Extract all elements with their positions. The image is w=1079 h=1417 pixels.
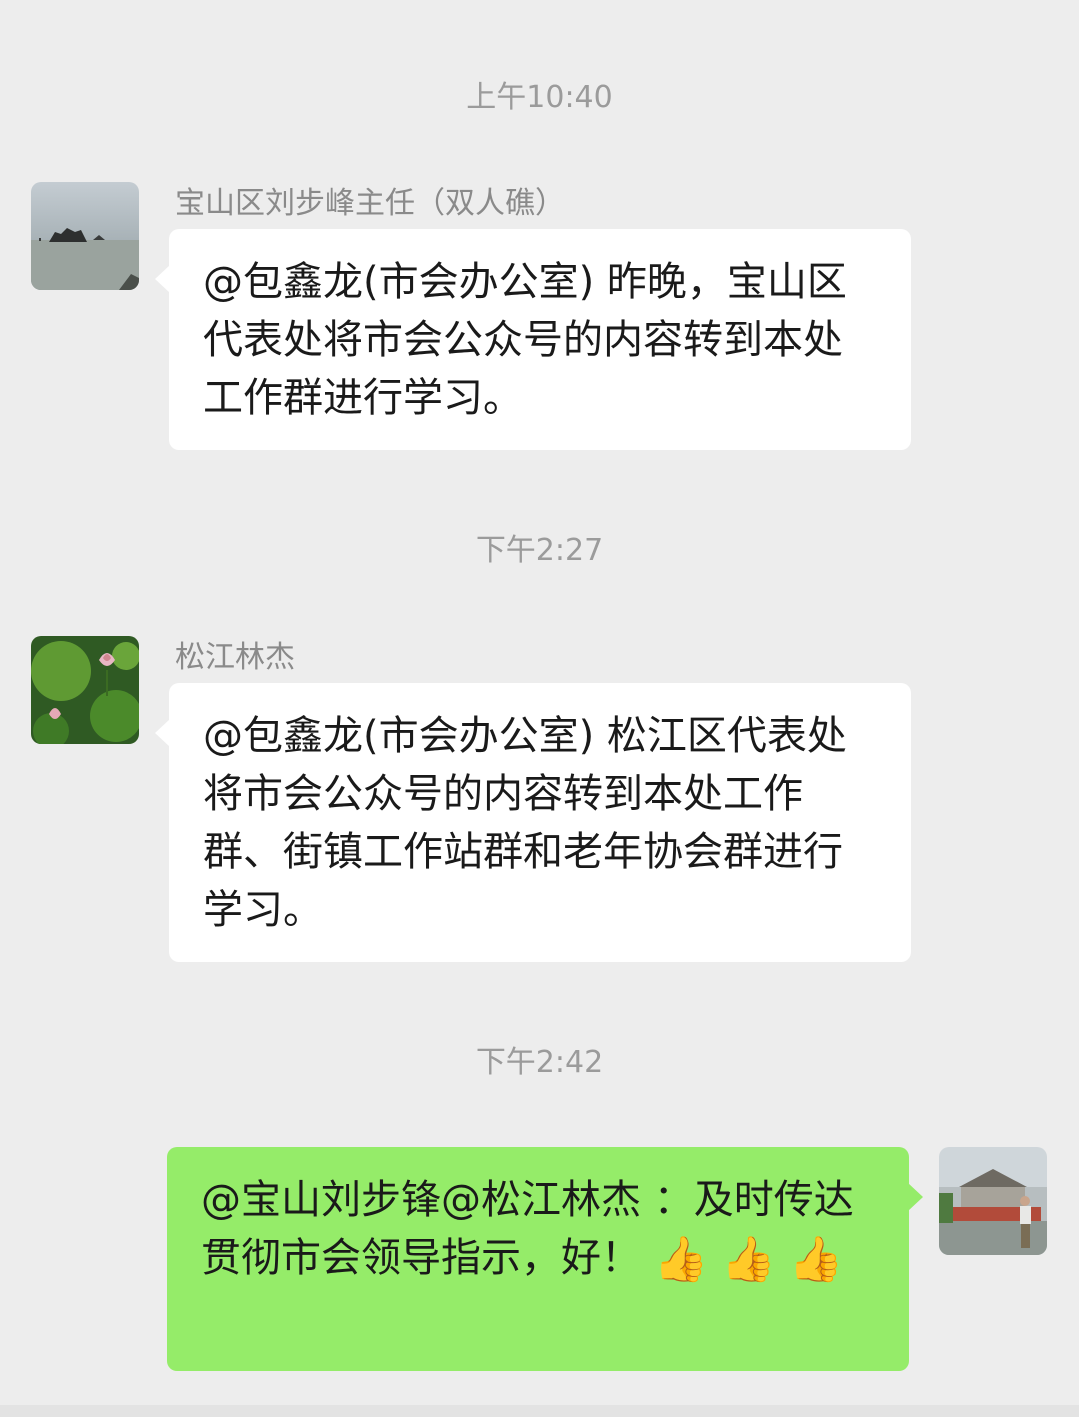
sender-name: 松江林杰 bbox=[175, 640, 295, 675]
sea-rocks-avatar-icon[interactable] bbox=[31, 182, 139, 290]
thumbs-up-icon: 👍 bbox=[653, 1234, 709, 1285]
message-text: @包鑫龙(市会办公室) 松江区代表处将市会公众号的内容转到本处工作群、街镇工作站… bbox=[203, 713, 847, 933]
bottom-edge bbox=[0, 1405, 1079, 1417]
message-text: @包鑫龙(市会办公室) 昨晚，宝山区代表处将市会公众号的内容转到本处工作群进行学… bbox=[203, 259, 847, 421]
thumbs-up-icon: 👍 bbox=[788, 1234, 844, 1285]
message-bubble[interactable]: @包鑫龙(市会办公室) 昨晚，宝山区代表处将市会公众号的内容转到本处工作群进行学… bbox=[155, 229, 911, 450]
message-bubble[interactable]: @包鑫龙(市会办公室) 松江区代表处将市会公众号的内容转到本处工作群、街镇工作站… bbox=[155, 683, 911, 962]
lotus-avatar-icon[interactable] bbox=[31, 636, 139, 744]
timestamp: 下午2:42 bbox=[475, 1045, 604, 1080]
timestamp: 上午10:40 bbox=[466, 80, 613, 115]
message-bubble[interactable]: @宝山刘步锋@松江林杰 ：及时传达贯彻市会领导指示，好！ 👍 👍 👍 bbox=[167, 1147, 923, 1371]
sender-name: 宝山区刘步峰主任（双人礁） bbox=[175, 186, 565, 221]
timestamp: 下午2:27 bbox=[475, 533, 604, 568]
building-avatar-icon[interactable] bbox=[939, 1147, 1047, 1255]
thumbs-up-icon: 👍 bbox=[721, 1234, 777, 1285]
